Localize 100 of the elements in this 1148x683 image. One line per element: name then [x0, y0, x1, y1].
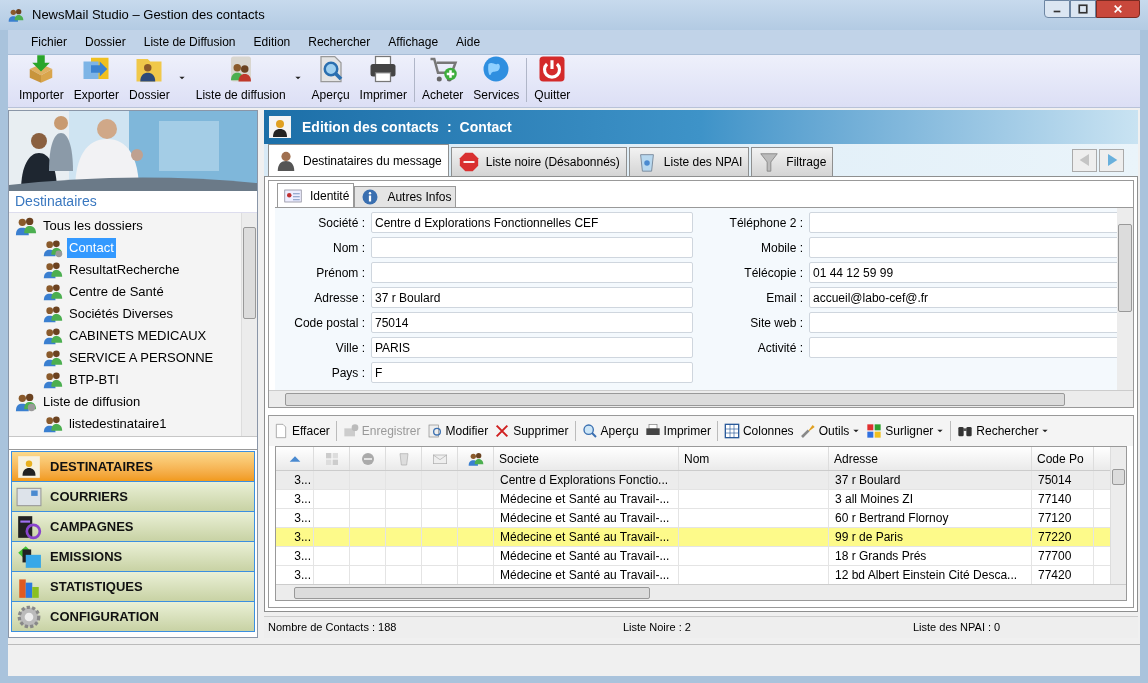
nav-item[interactable]: CAMPAGNES [11, 511, 255, 542]
tree-item[interactable]: listedestinataire1 [67, 414, 169, 434]
close-button[interactable] [1096, 0, 1140, 18]
column-header[interactable]: Nom [679, 447, 829, 470]
nav-item[interactable]: STATISTIQUES [11, 571, 255, 602]
input-field[interactable]: accueil@labo-cef@.fr [809, 287, 1117, 308]
table-row[interactable]: 3... Médecine et Santé au Travail-... 3 all Moines ZI 77140 [276, 490, 1110, 509]
input-field[interactable] [809, 337, 1117, 358]
table-row[interactable]: 3... Centre d Explorations Fonctio... 37 r Boulard 75014 [276, 471, 1110, 490]
column-header[interactable]: Adresse [829, 447, 1032, 470]
table-cell: Centre d Explorations Fonctio... [494, 471, 679, 489]
people-icon [43, 414, 63, 434]
magnifier-icon [581, 423, 598, 439]
table-cell: 77120 [1032, 509, 1094, 527]
toolbar-button[interactable]: Colonnes [723, 422, 794, 440]
input-field[interactable] [371, 237, 693, 258]
toolbar-button[interactable]: Importer [14, 54, 69, 104]
column-header[interactable]: Code Po [1032, 447, 1094, 470]
people-icon [43, 370, 63, 390]
tree-item[interactable]: CABINETS MEDICAUX [67, 326, 209, 346]
input-field[interactable]: 01 44 12 59 99 [809, 262, 1117, 283]
scrollbar[interactable] [276, 584, 1126, 600]
tab[interactable]: Filtrage [751, 147, 834, 176]
caret-icon [177, 74, 186, 82]
tab[interactable]: Identité [277, 183, 355, 207]
tab[interactable]: Autres Infos [354, 186, 457, 207]
menu-item[interactable]: Aide [447, 33, 490, 51]
field-label: Adresse : [313, 289, 365, 307]
toolbar-button[interactable]: Imprimer [354, 54, 412, 104]
tree-item[interactable]: Liste de diffusion [41, 392, 143, 412]
toolbar-button[interactable]: Aperçu [581, 422, 639, 440]
toolbar-button[interactable]: Outils [799, 422, 861, 440]
input-field[interactable] [809, 212, 1117, 233]
table-row[interactable]: 3... Médecine et Santé au Travail-... 18 r Grands Prés 77700 [276, 547, 1110, 566]
person-icon [268, 115, 292, 139]
tab[interactable]: Liste noire (Désabonnés) [450, 147, 627, 176]
tree-item[interactable]: BTP-BTI [67, 370, 121, 390]
menu-item[interactable]: Dossier [76, 33, 135, 51]
input-field[interactable]: PARIS [371, 337, 693, 358]
color-squares-icon [866, 423, 883, 439]
nav-item[interactable]: CONFIGURATION [11, 601, 255, 632]
scrollbar[interactable] [1110, 447, 1126, 584]
scrollbar[interactable] [1117, 208, 1133, 390]
table-cell: 3... [276, 471, 314, 489]
scrollbar[interactable] [269, 390, 1133, 407]
input-field[interactable] [809, 312, 1117, 333]
column-header[interactable]: Societe [494, 447, 679, 470]
toolbar-button[interactable]: Modifier [426, 422, 489, 440]
squares-icon [323, 450, 340, 467]
field-label: Code postal : [293, 314, 365, 332]
tree-item[interactable]: ResultatRecherche [67, 260, 182, 280]
field-label: Activité : [756, 339, 803, 357]
toolbar-button[interactable]: Effacer [273, 422, 330, 440]
toolbar-button[interactable]: Imprimer [644, 422, 711, 440]
toolbar-button[interactable]: Dossier [124, 54, 191, 104]
person-icon [275, 149, 297, 172]
input-field[interactable]: 37 r Boulard [371, 287, 693, 308]
toolbar-button[interactable]: Acheter [416, 54, 469, 104]
nav-item[interactable]: EMISSIONS [11, 541, 255, 572]
table-cell: 3... [276, 509, 314, 527]
nav-item[interactable]: COURRIERS [11, 481, 255, 512]
tree-item[interactable]: Centre de Santé [67, 282, 166, 302]
tab[interactable]: Liste des NPAI [628, 147, 750, 176]
toolbar-button[interactable]: Rechercher [957, 422, 1050, 440]
tree-item[interactable]: Tous les dossiers [41, 216, 145, 236]
tree-item[interactable]: Sociétés Diverses [67, 304, 176, 324]
input-field[interactable]: 75014 [371, 312, 693, 333]
toolbar-button[interactable]: Exporter [68, 54, 125, 104]
toolbar-button[interactable]: Aperçu [306, 54, 355, 104]
people-icon [15, 391, 37, 413]
table-row[interactable]: 3... Médecine et Santé au Travail-... 99 r de Paris 77220 [276, 528, 1110, 547]
maximize-button[interactable] [1070, 0, 1096, 18]
tab[interactable]: Destinataires du message [268, 144, 449, 176]
table-cell: 60 r Bertrand Flornoy [829, 509, 1032, 527]
menu-item[interactable]: Fichier [22, 33, 76, 51]
menu-item[interactable]: Edition [244, 33, 300, 51]
gear-icon [16, 603, 42, 630]
menu-item[interactable]: Rechercher [299, 33, 380, 51]
no-entry-icon [359, 450, 376, 467]
input-field[interactable]: F [371, 362, 693, 383]
toolbar-button[interactable]: Services [468, 54, 525, 104]
toolbar-button[interactable]: Supprimer [494, 422, 569, 440]
next-button[interactable] [1099, 148, 1124, 172]
input-field[interactable] [371, 262, 693, 283]
toolbar-button[interactable]: Surligner [866, 422, 945, 440]
table-row[interactable]: 3... Médecine et Santé au Travail-... 60 r Bertrand Flornoy 77120 [276, 509, 1110, 528]
toolbar-button[interactable]: Quitter [529, 54, 576, 104]
maximize-icon [1078, 4, 1088, 14]
tree-item[interactable]: SERVICE A PERSONNE [67, 348, 216, 368]
menu-item[interactable]: Affichage [379, 33, 448, 51]
scrollbar[interactable] [241, 213, 257, 436]
previous-button[interactable] [1072, 148, 1097, 172]
nav-item[interactable]: DESTINATAIRES [11, 451, 255, 482]
input-field[interactable] [809, 237, 1117, 258]
app-icon [8, 7, 24, 23]
toolbar-button[interactable]: Liste de diffusion [190, 54, 307, 104]
table-cell: 75014 [1032, 471, 1094, 489]
input-field[interactable]: Centre d Explorations Fonctionnelles CEF [371, 212, 693, 233]
id-card-icon [282, 186, 304, 205]
menu-item[interactable]: Liste de Diffusion [134, 33, 245, 51]
